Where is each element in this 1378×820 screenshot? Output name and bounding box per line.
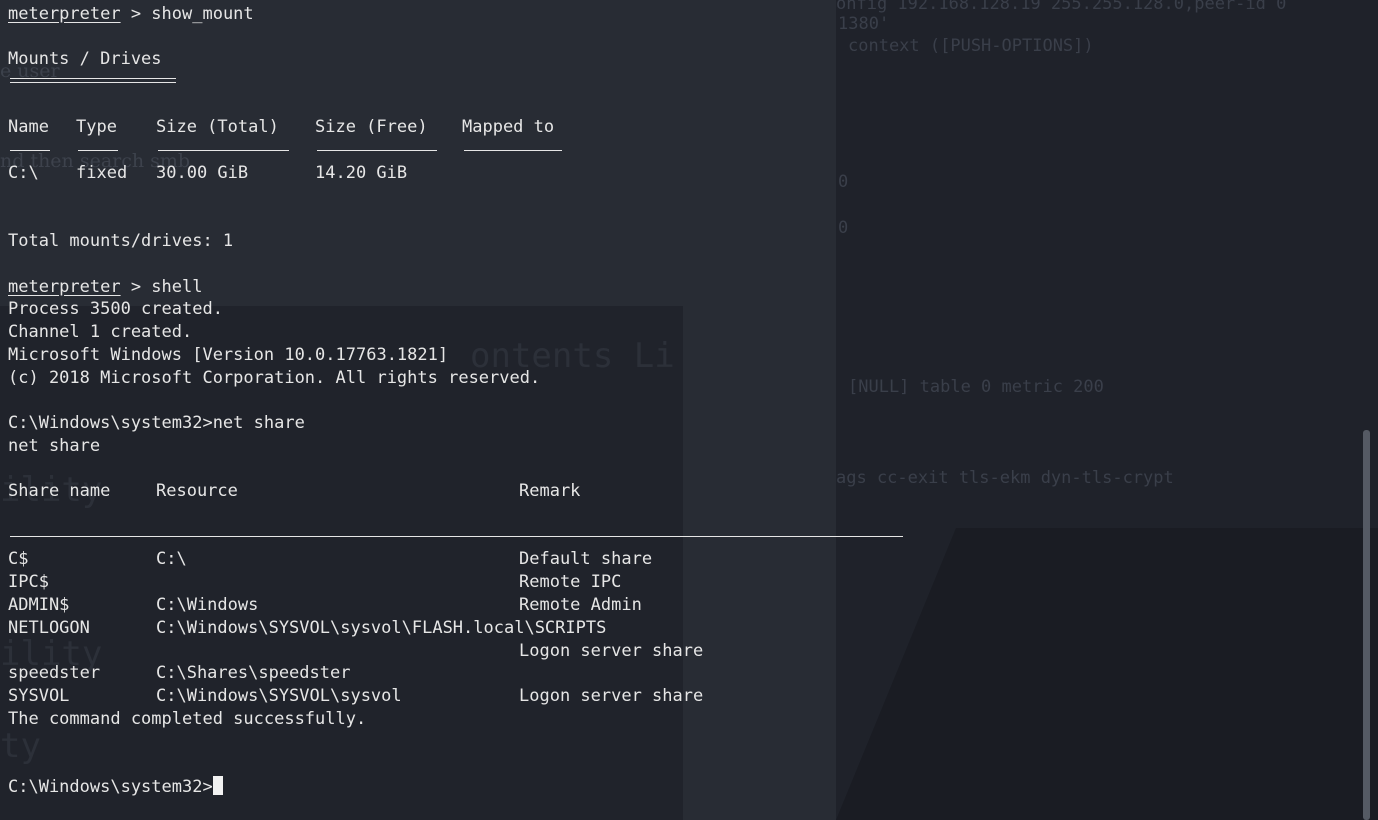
- header-underline: [464, 150, 562, 151]
- column-header: Resource: [156, 481, 238, 501]
- meterpreter-prompt: meterpreter > show_mount: [8, 3, 254, 25]
- column-header: Name: [8, 117, 49, 137]
- table-cell: 30.00 GiB: [156, 163, 249, 183]
- prompt-command: > shell: [120, 277, 203, 297]
- mounts-title: Mounts / Drives: [8, 49, 162, 69]
- table-cell: fixed: [76, 163, 128, 183]
- share-name: C$: [8, 549, 29, 569]
- command-input-line[interactable]: C:\Windows\system32>: [8, 776, 223, 798]
- table-separator: [10, 536, 903, 537]
- cmd-prompt-line: C:\Windows\system32>net share: [8, 413, 305, 433]
- output-line: Microsoft Windows [Version 10.0.17763.18…: [8, 345, 449, 365]
- share-remark: Remote IPC: [519, 572, 622, 592]
- header-underline: [317, 150, 437, 151]
- share-name: NETLOGON: [8, 618, 90, 638]
- prompt-command: > show_mount: [120, 4, 254, 24]
- column-header: Type: [76, 117, 117, 137]
- share-resource: C:\: [156, 549, 187, 569]
- text-cursor: [212, 776, 223, 795]
- share-name: ADMIN$: [8, 595, 70, 615]
- output-line: net share: [8, 436, 101, 456]
- share-resource: C:\Shares\speedster: [156, 663, 351, 683]
- column-header: Remark: [519, 481, 581, 501]
- scrollbar-thumb[interactable]: [1363, 430, 1370, 820]
- header-underline: [10, 150, 50, 151]
- title-underline: [10, 82, 176, 83]
- column-header: Size (Free): [315, 117, 428, 137]
- terminal-output: meterpreter > show_mount Mounts / Drives…: [0, 0, 1360, 820]
- share-resource: C:\Windows: [156, 595, 259, 615]
- output-line: Channel 1 created.: [8, 322, 193, 342]
- share-resource: C:\Windows\SYSVOL\sysvol\FLASH.local\SCR…: [156, 618, 607, 638]
- header-underline: [158, 150, 289, 151]
- meterpreter-prompt: meterpreter > shell: [8, 276, 202, 298]
- share-remark: Logon server share: [519, 641, 704, 661]
- share-resource: C:\Windows\SYSVOL\sysvol: [156, 686, 402, 706]
- prompt-label: meterpreter: [8, 277, 121, 297]
- column-header: Mapped to: [462, 117, 555, 137]
- title-underline: [10, 78, 176, 79]
- cmd-prompt: C:\Windows\system32>: [8, 777, 213, 797]
- share-remark: Logon server share: [519, 686, 704, 706]
- share-remark: Remote Admin: [519, 595, 642, 615]
- table-cell: C:\: [8, 163, 39, 183]
- share-remark: Default share: [519, 549, 653, 569]
- share-name: IPC$: [8, 572, 49, 592]
- column-header: Share name: [8, 481, 111, 501]
- header-underline: [78, 150, 118, 151]
- prompt-label: meterpreter: [8, 4, 121, 24]
- output-line: (c) 2018 Microsoft Corporation. All righ…: [8, 368, 541, 388]
- table-cell: 14.20 GiB: [315, 163, 408, 183]
- share-name: SYSVOL: [8, 686, 70, 706]
- output-line: Process 3500 created.: [8, 299, 223, 319]
- share-name: speedster: [8, 663, 101, 683]
- output-line: The command completed successfully.: [8, 709, 367, 729]
- column-header: Size (Total): [156, 117, 279, 137]
- total-mounts: Total mounts/drives: 1: [8, 231, 234, 251]
